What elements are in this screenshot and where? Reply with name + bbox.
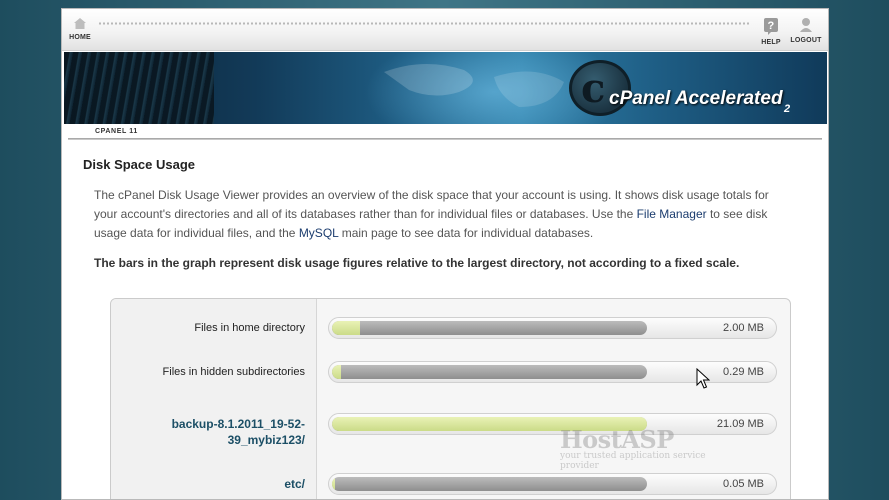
home-icon <box>74 18 86 29</box>
usage-bar-etc: 0.05 MB <box>328 473 777 495</box>
breadcrumb-bar: CPANEL 11 <box>62 125 828 141</box>
nav-dots-divider <box>98 22 750 25</box>
usage-size: 0.29 MB <box>723 366 764 378</box>
usage-size: 2.00 MB <box>723 322 764 334</box>
svg-text:?: ? <box>768 20 775 32</box>
bar-scale-note: The bars in the graph represent disk usa… <box>94 256 740 270</box>
cpanel-banner: c cPanel Accelerated 2 <box>64 52 827 124</box>
top-nav-bar: HOME ? HELP LOGOUT <box>62 9 828 51</box>
breadcrumb-divider <box>68 138 822 140</box>
file-manager-link[interactable]: File Manager <box>637 207 707 221</box>
usage-bar-fill <box>332 477 336 491</box>
intro-paragraph: The cPanel Disk Usage Viewer provides an… <box>94 186 794 244</box>
usage-bar-track <box>332 477 647 491</box>
usage-row-label-home-files: Files in home directory <box>194 322 305 334</box>
logout-button[interactable]: LOGOUT <box>790 17 822 44</box>
help-label: HELP <box>761 39 781 46</box>
hostasp-watermark: HostASP your trusted application service… <box>560 425 740 471</box>
mysql-link[interactable]: MySQL <box>299 226 339 240</box>
banner-brand-version: 2 <box>784 103 791 115</box>
usage-row-label-hidden-subdirs: Files in hidden subdirectories <box>162 366 305 378</box>
help-button[interactable]: ? HELP <box>759 17 783 46</box>
usage-size: 0.05 MB <box>723 478 764 490</box>
mouse-pointer-icon <box>696 368 710 389</box>
logout-label: LOGOUT <box>790 37 822 44</box>
usage-bar-home-files: 2.00 MB <box>328 317 777 339</box>
logout-user-icon <box>800 18 812 32</box>
home-label: HOME <box>69 34 91 41</box>
watermark-tagline: your trusted application service provide… <box>560 451 706 471</box>
home-button[interactable]: HOME <box>68 17 92 41</box>
page-title: Disk Space Usage <box>83 157 196 172</box>
directory-link-backup[interactable]: backup-8.1.2011_19-52-39_mybiz123/ <box>111 416 305 448</box>
breadcrumb[interactable]: CPANEL 11 <box>95 128 138 135</box>
directory-link-etc[interactable]: etc/ <box>111 476 305 492</box>
usage-bar-fill <box>332 365 342 379</box>
help-icon: ? <box>764 18 778 35</box>
usage-bar-track <box>332 365 647 379</box>
banner-brand-text: cPanel Accelerated <box>609 88 783 109</box>
intro-text-3: main page to see data for individual dat… <box>338 226 594 241</box>
usage-bar-fill <box>332 321 361 335</box>
usage-bar-track <box>332 321 647 335</box>
watermark-name: HostASP <box>560 425 674 454</box>
